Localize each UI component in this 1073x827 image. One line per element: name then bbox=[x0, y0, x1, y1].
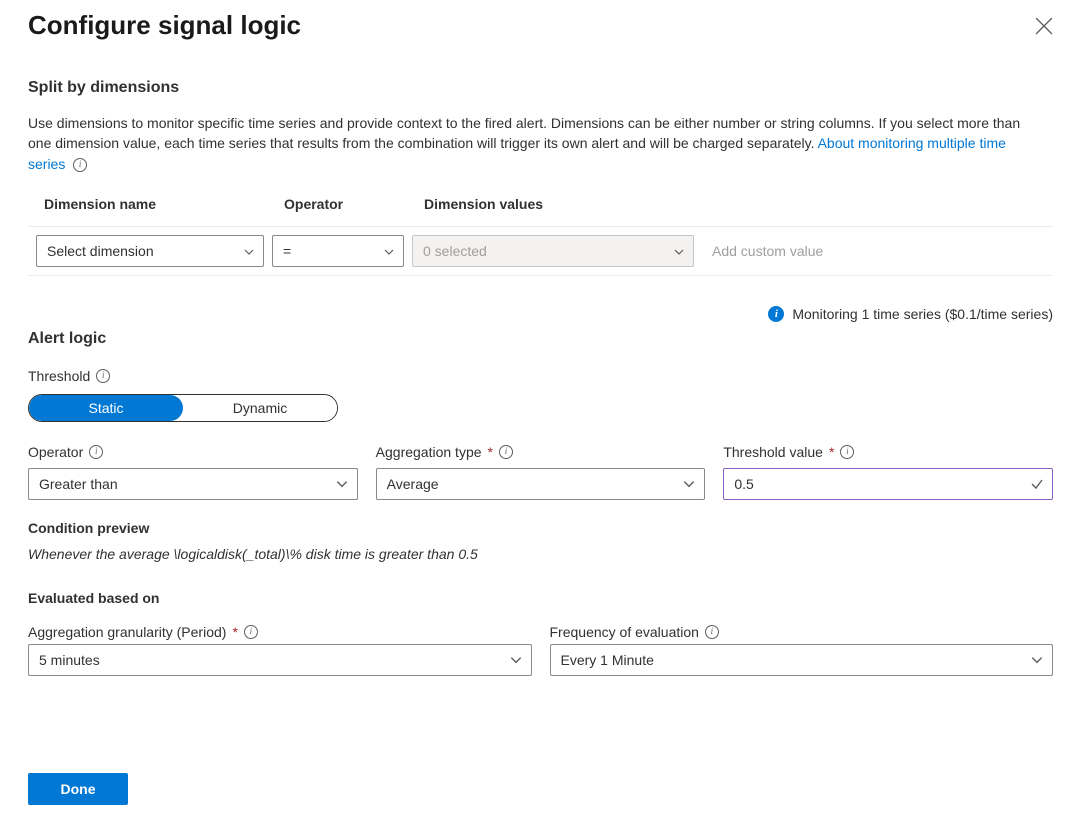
info-icon[interactable]: i bbox=[96, 369, 110, 383]
period-select[interactable]: 5 minutes bbox=[28, 644, 532, 676]
frequency-label: Frequency of evaluation i bbox=[550, 624, 1054, 640]
period-label: Aggregation granularity (Period)* i bbox=[28, 624, 532, 640]
condition-preview-text: Whenever the average \logicaldisk(_total… bbox=[28, 546, 1053, 562]
check-icon bbox=[1030, 477, 1044, 491]
panel-scroll[interactable]: Configure signal logic Split by dimensio… bbox=[0, 0, 1073, 753]
info-filled-icon: i bbox=[768, 306, 784, 322]
aggregation-select[interactable]: Average bbox=[376, 468, 706, 500]
info-icon[interactable]: i bbox=[89, 445, 103, 459]
dimension-name-select[interactable]: Select dimension bbox=[36, 235, 264, 267]
evaluated-heading: Evaluated based on bbox=[28, 590, 1053, 606]
chevron-down-icon bbox=[673, 245, 685, 257]
chevron-down-icon bbox=[383, 245, 395, 257]
split-heading: Split by dimensions bbox=[28, 79, 1053, 97]
dimension-operator-select[interactable]: = bbox=[272, 235, 404, 267]
threshold-toggle: Static Dynamic bbox=[28, 394, 338, 422]
threshold-dynamic-button[interactable]: Dynamic bbox=[183, 395, 337, 421]
dimension-row: Select dimension = bbox=[28, 226, 1053, 275]
col-dimension-values: Dimension values bbox=[408, 188, 698, 227]
threshold-value-input[interactable]: 0.5 bbox=[723, 468, 1053, 500]
chevron-down-icon bbox=[1030, 653, 1044, 667]
threshold-value-label: Threshold value* i bbox=[723, 444, 1053, 460]
info-icon[interactable]: i bbox=[840, 445, 854, 459]
threshold-static-button[interactable]: Static bbox=[29, 395, 183, 421]
alert-logic-heading: Alert logic bbox=[28, 330, 1053, 348]
operator-label: Operator i bbox=[28, 444, 358, 460]
condition-preview-label: Condition preview bbox=[28, 520, 1053, 536]
chevron-down-icon bbox=[509, 653, 523, 667]
info-icon[interactable]: i bbox=[499, 445, 513, 459]
info-icon[interactable]: i bbox=[244, 625, 258, 639]
frequency-select[interactable]: Every 1 Minute bbox=[550, 644, 1054, 676]
info-icon[interactable]: i bbox=[73, 158, 87, 172]
close-icon[interactable] bbox=[1035, 17, 1053, 35]
add-custom-value-input[interactable]: Add custom value bbox=[702, 235, 1049, 267]
operator-select[interactable]: Greater than bbox=[28, 468, 358, 500]
page-title: Configure signal logic bbox=[28, 10, 301, 41]
threshold-label: Threshold i bbox=[28, 368, 1053, 384]
monitoring-cost-note: i Monitoring 1 time series ($0.1/time se… bbox=[28, 306, 1053, 322]
col-dimension-name: Dimension name bbox=[28, 188, 268, 227]
aggregation-label: Aggregation type* i bbox=[376, 444, 706, 460]
dimension-table: Dimension name Operator Dimension values… bbox=[28, 188, 1053, 276]
done-button[interactable]: Done bbox=[28, 773, 128, 805]
col-operator: Operator bbox=[268, 188, 408, 227]
chevron-down-icon bbox=[335, 477, 349, 491]
info-icon[interactable]: i bbox=[705, 625, 719, 639]
chevron-down-icon bbox=[243, 245, 255, 257]
split-description: Use dimensions to monitor specific time … bbox=[28, 113, 1028, 174]
chevron-down-icon bbox=[682, 477, 696, 491]
dimension-values-select[interactable]: 0 selected bbox=[412, 235, 694, 267]
